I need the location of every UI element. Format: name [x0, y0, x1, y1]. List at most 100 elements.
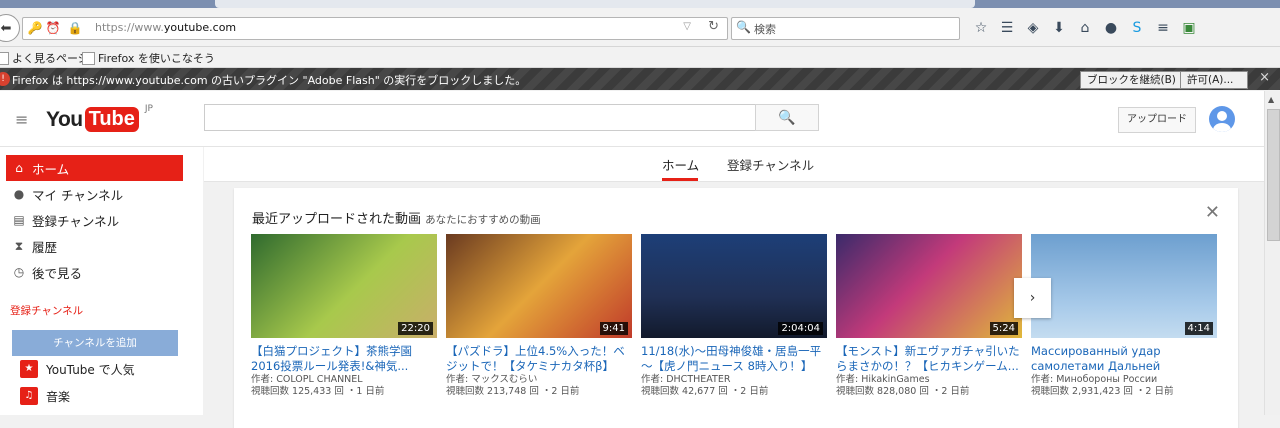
youtube-header: ≡ You Tube JP 🔍 アップロード	[0, 91, 1264, 147]
sidebar-item-subscriptions[interactable]: ▤ 登録チャンネル	[6, 207, 183, 233]
video-stats: 視聴回数 2,931,423 回 ・2 日前	[1031, 386, 1174, 397]
key-icon[interactable]: 🔑	[27, 20, 43, 36]
menu-icon[interactable]: ≡	[1150, 17, 1176, 39]
video-title[interactable]: 【パズドラ】上位4.5%入った！ベジットで！【タケミナカタ杯β】	[446, 344, 632, 374]
browser-search-bar[interactable]: 🔍 検索	[731, 17, 960, 40]
recommended-shelf: 最近アップロードされた動画 あなたにおすすめの動画 ✕ 22:20 【白猫プロジ…	[234, 188, 1238, 428]
history-dropdown-icon[interactable]: ▽	[683, 21, 691, 32]
bookmark-star-icon[interactable]: ☆	[968, 17, 994, 39]
chevron-right-icon: ›	[1029, 290, 1036, 306]
sidebar-item-label: 登録チャンネル	[32, 213, 120, 229]
video-stats: 視聴回数 213,748 回 ・2 日前	[446, 386, 580, 397]
subscriptions-heading[interactable]: 登録チャンネル	[10, 303, 83, 318]
avatar[interactable]	[1209, 106, 1235, 132]
channel-item-popular[interactable]: ★ YouTube で人気	[20, 358, 135, 380]
search-engine-icon[interactable]: 🔍	[736, 20, 751, 34]
video-stats: 視聴回数 42,677 回 ・2 日前	[641, 386, 769, 397]
logo-tube: Tube	[84, 107, 139, 132]
active-tab[interactable]	[215, 0, 975, 8]
video-author[interactable]: 作者: HikakinGames	[836, 374, 1022, 386]
video-card[interactable]: 9:41 【パズドラ】上位4.5%入った！ベジットで！【タケミナカタ杯β】 作者…	[446, 234, 632, 398]
hourglass-icon: ⧗	[14, 238, 24, 253]
scroll-up-icon[interactable]: ▲	[1268, 95, 1274, 104]
continue-blocking-button[interactable]: ブロックを継続(B)	[1080, 71, 1183, 89]
video-thumbnail[interactable]: 4:14	[1031, 234, 1217, 338]
channel-label: YouTube で人気	[46, 362, 135, 377]
url-text[interactable]: https://www.youtube.com	[95, 21, 236, 34]
navigation-toolbar: ⬅ 🔑 ⏰ 🔒 https://www.youtube.com ▽ ↻ 🔍 検索…	[0, 8, 1280, 47]
video-author[interactable]: 作者: DHCTHEATER	[641, 374, 827, 386]
bookmark-label: よく見るページ	[12, 52, 89, 65]
allow-button[interactable]: 許可(A)...	[1180, 71, 1248, 89]
video-thumbnail[interactable]: 9:41	[446, 234, 632, 338]
close-notification-icon[interactable]: ×	[1259, 70, 1270, 85]
toolbar-icons: ☆ ☰ ◈ ⬇ ⌂ ● S ≡ ▣	[968, 17, 1202, 39]
youtube-search-input[interactable]	[204, 104, 756, 131]
video-stats: 視聴回数 125,433 回 ・1 日前	[251, 386, 385, 397]
sidebar-item-my-channel[interactable]: ● マイ チャンネル	[6, 181, 183, 207]
upload-button[interactable]: アップロード	[1118, 107, 1196, 133]
video-author[interactable]: 作者: マックスむらい	[446, 374, 632, 386]
video-author[interactable]: 作者: Минобороны России	[1031, 374, 1217, 386]
dismiss-shelf-icon[interactable]: ✕	[1205, 202, 1220, 223]
guide-sidebar: ⌂ ホーム ● マイ チャンネル ▤ 登録チャンネル ⧗ 履歴 ◷ 後で見る 登録チャンネ…	[0, 147, 203, 415]
subscriptions-icon: ▤	[13, 213, 25, 227]
tab-strip	[0, 0, 1280, 8]
reload-icon[interactable]: ↻	[708, 19, 719, 34]
video-card[interactable]: 22:20 【白猫プロジェクト】茶熊学園2016投票ルール発表!&神気... 作…	[251, 234, 437, 398]
sidebar-item-label: 履歴	[32, 239, 58, 255]
youtube-logo[interactable]: You Tube JP	[46, 104, 153, 132]
video-duration: 5:24	[989, 322, 1018, 335]
video-thumbnail[interactable]: 5:24	[836, 234, 1022, 338]
back-button[interactable]: ⬅	[0, 14, 20, 42]
feed-tabs: ホーム 登録チャンネル	[204, 147, 1264, 182]
video-title[interactable]: 【モンスト】新エヴァガチャ引いたらまさかの！？【ヒカキンゲーム...	[836, 344, 1022, 374]
video-card[interactable]: 4:14 Массированный удар самолетами Дальн…	[1031, 234, 1217, 398]
video-duration: 2:04:04	[778, 322, 823, 335]
shelf-next-button[interactable]: ›	[1014, 278, 1051, 318]
tab-home[interactable]: ホーム	[662, 155, 699, 174]
bookmark-page-icon	[82, 51, 95, 65]
video-title[interactable]: 【白猫プロジェクト】茶熊学園2016投票ルール発表!&神気...	[251, 344, 437, 374]
url-bar[interactable]: 🔑 ⏰ 🔒 https://www.youtube.com ▽ ↻	[22, 17, 728, 40]
bookmark-most-visited[interactable]: よく見るページ	[0, 50, 89, 66]
video-thumbnail[interactable]: 2:04:04	[641, 234, 827, 338]
sidebar-item-watch-later[interactable]: ◷ 後で見る	[6, 259, 183, 285]
page-scrollbar[interactable]: ▲	[1264, 91, 1280, 415]
main-content: ホーム 登録チャンネル 最近アップロードされた動画 あなたにおすすめの動画 ✕ …	[204, 147, 1264, 428]
home-icon[interactable]: ⌂	[1072, 17, 1098, 39]
video-author[interactable]: 作者: COLOPL CHANNEL	[251, 374, 437, 386]
chat-icon[interactable]: ●	[1098, 17, 1124, 39]
video-card[interactable]: 5:24 【モンスト】新エヴァガチャ引いたらまさかの！？【ヒカキンゲーム... …	[836, 234, 1022, 398]
video-title[interactable]: Массированный удар самолетами Дальней	[1031, 344, 1217, 374]
youtube-search-button[interactable]: 🔍	[755, 104, 819, 131]
video-thumbnail[interactable]: 22:20	[251, 234, 437, 338]
scrollbar-thumb[interactable]	[1267, 109, 1280, 241]
popular-channel-icon: ★	[20, 360, 38, 378]
channel-item-music[interactable]: ♫ 音楽	[20, 385, 70, 407]
sidebar-item-label: ホーム	[32, 161, 70, 177]
tab-subscriptions[interactable]: 登録チャンネル	[727, 155, 814, 174]
shelf-title-text[interactable]: 最近アップロードされた動画	[252, 212, 421, 227]
video-card[interactable]: 2:04:04 11/18(水)～田母神俊雄・居島一平～【虎ノ門ニュース 8時入…	[641, 234, 827, 398]
download-icon[interactable]: ⬇	[1046, 17, 1072, 39]
url-prefix: https://www.	[95, 21, 164, 34]
headphones-icon: ♫	[20, 387, 38, 405]
video-duration: 9:41	[599, 322, 628, 335]
video-title[interactable]: 11/18(水)～田母神俊雄・居島一平～【虎ノ門ニュース 8時入り！】	[641, 344, 827, 374]
add-channel-button[interactable]: チャンネルを追加	[12, 330, 178, 356]
addon-icon[interactable]: ▣	[1176, 17, 1202, 39]
plugin-alert-icon[interactable]: ⏰	[45, 20, 61, 36]
lock-icon[interactable]: 🔒	[67, 20, 83, 36]
shelf-title: 最近アップロードされた動画 あなたにおすすめの動画	[252, 208, 541, 227]
pocket-icon[interactable]: ◈	[1020, 17, 1046, 39]
bookmark-getting-started[interactable]: Firefox を使いこなそう	[82, 50, 215, 66]
sidebar-item-home[interactable]: ⌂ ホーム	[6, 155, 183, 181]
skype-icon[interactable]: S	[1124, 17, 1150, 39]
notification-message: Firefox は https://www.youtube.com の古いプラグ…	[12, 74, 527, 87]
reading-list-icon[interactable]: ☰	[994, 17, 1020, 39]
sidebar-item-history[interactable]: ⧗ 履歴	[6, 233, 183, 259]
guide-menu-icon[interactable]: ≡	[15, 110, 28, 129]
back-arrow-icon: ⬅	[0, 20, 12, 36]
channel-label: 音楽	[46, 389, 71, 404]
